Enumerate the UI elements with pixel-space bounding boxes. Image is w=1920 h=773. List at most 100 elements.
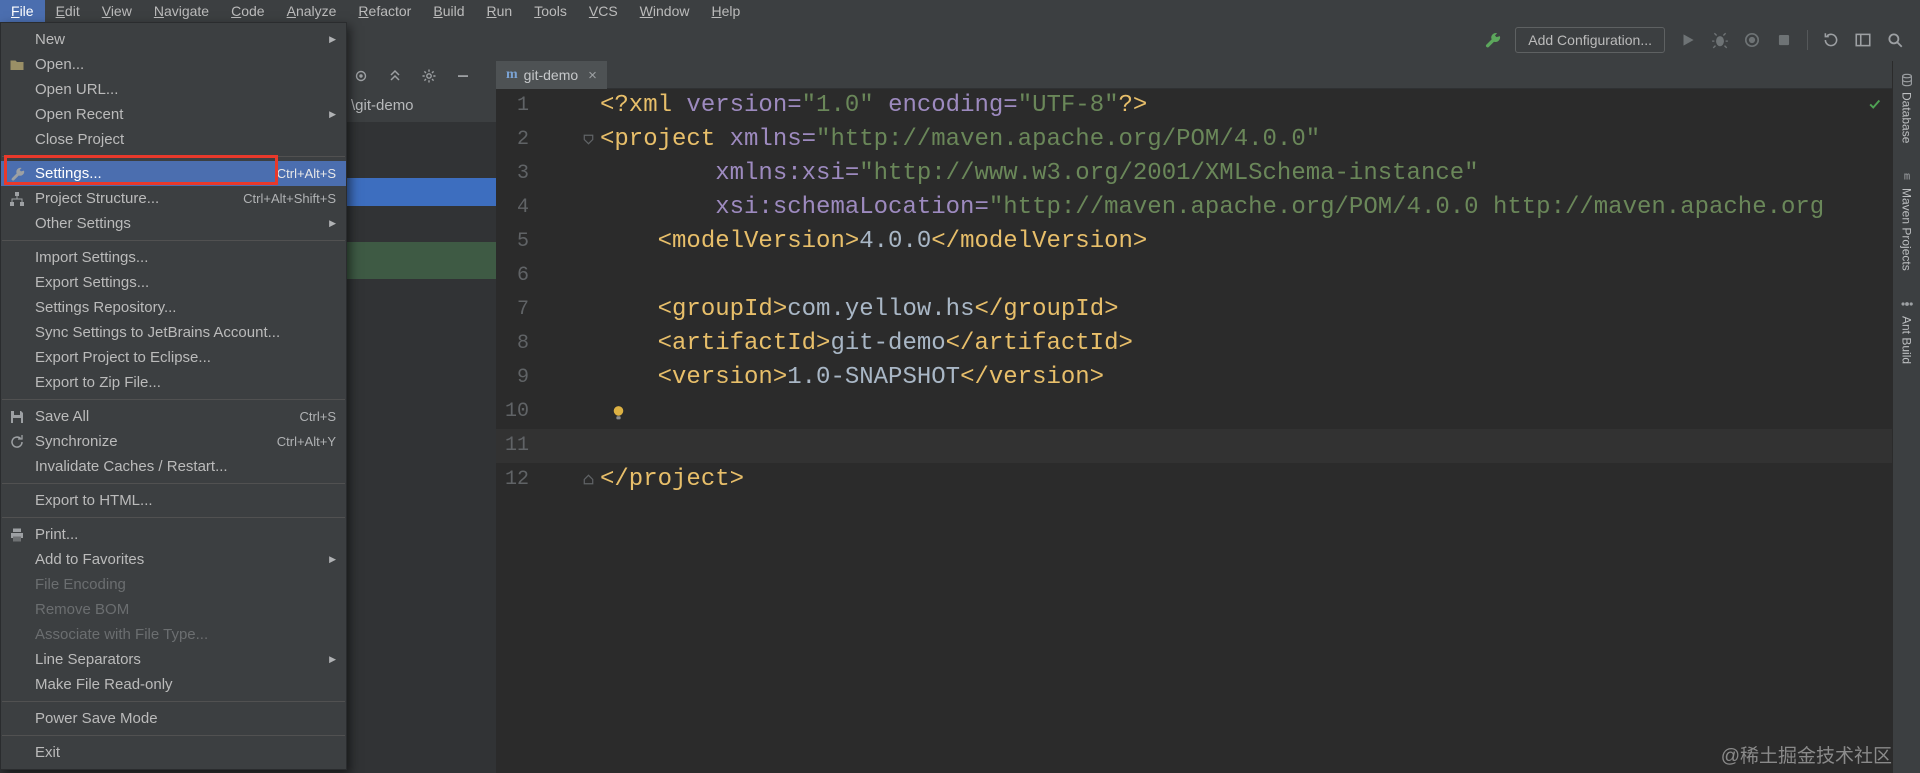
menu-separator <box>2 701 345 702</box>
menubar-item-analyze[interactable]: Analyze <box>276 0 348 22</box>
code-text: xsi:schemaLocation="http://maven.apache.… <box>600 191 1824 225</box>
code-line-10[interactable]: 10 <box>496 395 1892 429</box>
coverage-icon[interactable] <box>1743 31 1761 49</box>
menubar-item-tools[interactable]: Tools <box>523 0 578 22</box>
submenu-arrow-icon: ▶ <box>329 218 336 228</box>
menu-item-settings[interactable]: Settings... Ctrl+Alt+S <box>1 161 346 186</box>
layout-icon[interactable] <box>1854 31 1872 49</box>
menu-item-label: Save All <box>35 408 90 425</box>
add-configuration-button[interactable]: Add Configuration... <box>1515 27 1665 53</box>
code-line-12[interactable]: 12 </project> <box>496 463 1892 497</box>
code-line-4[interactable]: 4 xsi:schemaLocation="http://maven.apach… <box>496 191 1892 225</box>
menu-item-open-url[interactable]: Open URL... <box>1 77 346 102</box>
line-number: 3 <box>516 162 529 185</box>
menu-item-print[interactable]: Print... <box>1 522 346 547</box>
code-line-7[interactable]: 7 <groupId>com.yellow.hs</groupId> <box>496 293 1892 327</box>
intention-bulb-icon[interactable] <box>610 404 627 421</box>
tab-close-icon[interactable]: × <box>588 67 597 84</box>
menu-item-export-project-to-eclipse[interactable]: Export Project to Eclipse... <box>1 345 346 370</box>
search-icon[interactable] <box>1886 31 1904 49</box>
code-line-2[interactable]: 2 <project xmlns="http://maven.apache.org… <box>496 123 1892 157</box>
code-line-5[interactable]: 5 <modelVersion>4.0.0</modelVersion> <box>496 225 1892 259</box>
menubar-item-view[interactable]: View <box>91 0 143 22</box>
menu-item-project-structure[interactable]: Project Structure... Ctrl+Alt+Shift+S <box>1 186 346 211</box>
editor[interactable]: 1 <?xml version="1.0" encoding="UTF-8"?> 2… <box>496 89 1892 773</box>
fold-marker-icon[interactable] <box>529 463 600 497</box>
menu-item-save-all[interactable]: Save All Ctrl+S <box>1 404 346 429</box>
menu-item-invalidate-caches-restart[interactable]: Invalidate Caches / Restart... <box>1 454 346 479</box>
menubar-item-help[interactable]: Help <box>700 0 751 22</box>
collapse-all-icon[interactable] <box>387 68 403 84</box>
toolbar-run-icons <box>1679 31 1793 49</box>
menu-item-label: Settings Repository... <box>35 299 177 316</box>
menubar-item-edit[interactable]: Edit <box>45 0 91 22</box>
code-line-11[interactable]: 11 <box>496 429 1892 463</box>
menu-item-power-save-mode[interactable]: Power Save Mode <box>1 706 346 731</box>
menubar-item-navigate[interactable]: Navigate <box>143 0 220 22</box>
line-number: 6 <box>516 264 529 287</box>
line-number: 8 <box>516 332 529 355</box>
project-path: \git-demo <box>351 97 414 114</box>
code-token: xsi:schemaLocation= <box>715 194 989 221</box>
menubar-item-refactor[interactable]: Refactor <box>347 0 422 22</box>
menu-item-export-to-html[interactable]: Export to HTML... <box>1 488 346 513</box>
menu-item-export-settings[interactable]: Export Settings... <box>1 270 346 295</box>
code-token: "http://maven.apache.org/POM/4.0.0 http:… <box>988 194 1825 221</box>
menubar-item-vcs[interactable]: VCS <box>578 0 629 22</box>
hide-icon[interactable] <box>455 68 471 84</box>
gutter-spacer <box>529 429 600 463</box>
code-line-3[interactable]: 3 xmlns:xsi="http://www.w3.org/2001/XMLS… <box>496 157 1892 191</box>
tool-button-database[interactable]: Database <box>1893 73 1920 143</box>
stop-icon[interactable] <box>1775 31 1793 49</box>
menu-item-other-settings[interactable]: Other Settings ▶ <box>1 211 346 236</box>
maven-icon: m <box>506 67 518 82</box>
locate-icon[interactable] <box>353 68 369 84</box>
restore-layout-icon[interactable] <box>1822 31 1840 49</box>
menubar-item-code[interactable]: Code <box>220 0 275 22</box>
wrench-green-icon[interactable] <box>1483 31 1501 49</box>
code-text: xmlns:xsi="http://www.w3.org/2001/XMLSch… <box>600 157 1478 191</box>
code-token: "http://maven.apache.org/POM/4.0.0" <box>816 126 1321 153</box>
menu-item-make-file-read-only[interactable]: Make File Read-only <box>1 672 346 697</box>
watermark: @稀土掘金技术社区 <box>1720 746 1892 767</box>
menu-item-new[interactable]: New ▶ <box>1 27 346 52</box>
menubar-item-build[interactable]: Build <box>422 0 475 22</box>
line-number: 12 <box>504 468 529 491</box>
menu-item-label: Open... <box>35 56 85 73</box>
code-line-9[interactable]: 9 <version>1.0-SNAPSHOT</version> <box>496 361 1892 395</box>
menubar-item-window[interactable]: Window <box>629 0 701 22</box>
debug-icon[interactable] <box>1711 31 1729 49</box>
menu-item-add-to-favorites[interactable]: Add to Favorites ▶ <box>1 547 346 572</box>
menu-item-label: Open URL... <box>35 81 119 98</box>
fold-marker-icon[interactable] <box>529 123 600 157</box>
code-line-1[interactable]: 1 <?xml version="1.0" encoding="UTF-8"?> <box>496 89 1892 123</box>
inspection-ok-icon[interactable] <box>1868 97 1882 111</box>
menu-item-close-project[interactable]: Close Project <box>1 127 346 152</box>
menu-item-shortcut: Ctrl+Alt+Shift+S <box>243 191 336 206</box>
editor-tab-git-demo[interactable]: m git-demo × <box>496 61 607 89</box>
menu-item-import-settings[interactable]: Import Settings... <box>1 245 346 270</box>
menu-item-open-recent[interactable]: Open Recent ▶ <box>1 102 346 127</box>
menubar-item-run[interactable]: Run <box>475 0 523 22</box>
menu-item-exit[interactable]: Exit <box>1 740 346 765</box>
toolbar-right-icons <box>1822 31 1904 49</box>
code-line-6[interactable]: 6 <box>496 259 1892 293</box>
menu-item-open[interactable]: Open... <box>1 52 346 77</box>
menu-item-export-to-zip-file[interactable]: Export to Zip File... <box>1 370 346 395</box>
fold-up[interactable] <box>581 472 596 487</box>
code-token: <version> <box>657 364 788 391</box>
code-token: <groupId> <box>657 296 788 323</box>
tool-button-maven-projects[interactable]: m Maven Projects <box>1893 169 1920 271</box>
menu-item-line-separators[interactable]: Line Separators ▶ <box>1 647 346 672</box>
code-line-8[interactable]: 8 <artifactId>git-demo</artifactId> <box>496 327 1892 361</box>
menu-item-settings-repository[interactable]: Settings Repository... <box>1 295 346 320</box>
fold-down[interactable] <box>581 132 596 147</box>
settings-gear-icon[interactable] <box>421 68 437 84</box>
menu-item-sync-settings-to-jetbrains-account[interactable]: Sync Settings to JetBrains Account... <box>1 320 346 345</box>
tool-button-ant-build[interactable]: Ant Build <box>1893 297 1920 364</box>
menubar-item-file[interactable]: File <box>0 0 45 22</box>
run-icon[interactable] <box>1679 31 1697 49</box>
menu-item-synchronize[interactable]: Synchronize Ctrl+Alt+Y <box>1 429 346 454</box>
code-token: ?> <box>1118 92 1148 119</box>
